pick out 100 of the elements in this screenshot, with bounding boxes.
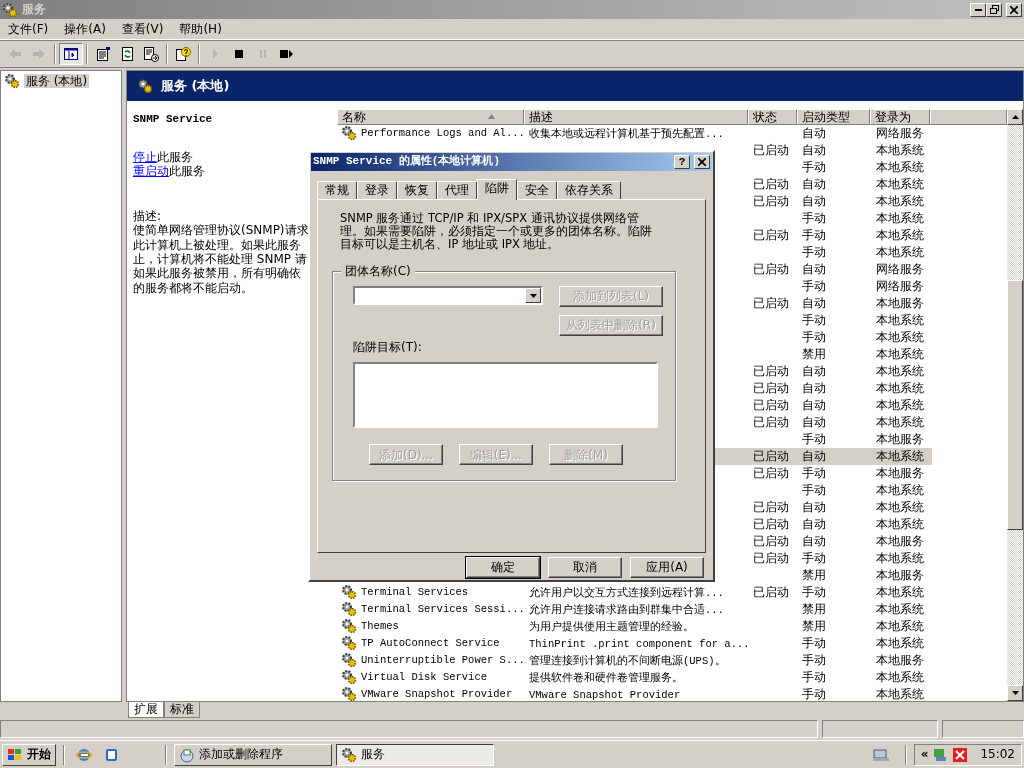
column-header[interactable]: 描述: [524, 108, 748, 125]
table-cell: 手动: [802, 550, 826, 565]
table-cell: 本地系统: [876, 414, 924, 429]
scrollbar[interactable]: [1007, 108, 1023, 701]
menu-item[interactable]: 操作(A): [56, 19, 114, 39]
forward-arrow-icon: [31, 46, 47, 62]
table-cell: 已启动: [753, 295, 789, 310]
action-link[interactable]: 重启动: [133, 164, 169, 179]
column-header[interactable]: 状态: [747, 108, 797, 125]
table-cell: 本地服务: [876, 652, 924, 667]
tab[interactable]: 恢复: [397, 181, 437, 199]
start-button[interactable]: 开始: [2, 743, 56, 766]
dialog-button[interactable]: 确定: [466, 557, 540, 578]
table-cell: 自动: [802, 397, 826, 412]
targets-label: 陷阱目标(T):: [353, 340, 422, 354]
view-tab[interactable]: 扩展: [128, 702, 164, 718]
dialog-button[interactable]: 应用(A): [630, 557, 704, 578]
menu-item[interactable]: 查看(V): [113, 19, 172, 39]
table-cell: 已启动: [753, 176, 789, 191]
column-header[interactable]: 名称: [337, 108, 525, 125]
task-button[interactable]: 服务: [336, 743, 494, 766]
table-cell: 手动: [802, 465, 826, 480]
tab[interactable]: 代理: [437, 181, 477, 199]
window-title: 服务: [22, 2, 47, 17]
table-row[interactable]: Terminal Services 允许用户以交互方式连接到远程计算... 已启动 手动 本地系统: [337, 583, 932, 601]
table-row[interactable]: Performance Logs and Al... 收集本地或远程计算机基于预先配置... 自动 网络服务: [337, 124, 932, 142]
help-button[interactable]: ?: [674, 155, 690, 169]
table-cell: 本地系统: [876, 142, 924, 157]
dialog-title: SNMP Service 的属性(本地计算机): [313, 155, 502, 169]
tab[interactable]: 常规: [317, 181, 357, 199]
description-line: 使简单网络管理协议(SNMP)请求: [133, 223, 309, 238]
table-cell: 自动: [802, 516, 826, 531]
table-cell: 禁用: [802, 567, 826, 582]
dropdown-button[interactable]: [525, 288, 541, 303]
tab[interactable]: 陷阱: [477, 179, 517, 200]
table-cell: 本地系统: [876, 176, 924, 191]
table-cell: 提供软件卷和硬件卷管理服务。: [529, 671, 683, 684]
task-button[interactable]: 添加或删除程序: [174, 743, 332, 766]
table-cell: 手动: [802, 652, 826, 667]
toolbar-button[interactable]: [59, 43, 83, 65]
restore-button[interactable]: [986, 2, 1002, 17]
table-cell: 已启动: [753, 227, 789, 242]
table-cell-text: Themes: [361, 618, 399, 634]
up-arrow-icon: [1011, 114, 1019, 119]
table-cell-text: VMware Snapshot Provider: [361, 686, 513, 701]
scroll-thumb[interactable]: [1007, 279, 1023, 530]
table-row[interactable]: TP AutoConnect Service ThinPrint .print component for a... 手动 本地系统: [337, 634, 932, 652]
action-link[interactable]: 停止: [133, 150, 157, 165]
table-row[interactable]: Uninterruptible Power S... 管理连接到计算机的不间断电源(UPS)。 手动 本地服务: [337, 651, 932, 669]
globe-icon: [76, 746, 92, 763]
gears-icon: [341, 125, 357, 142]
gears-icon: [341, 669, 357, 686]
minimize-button[interactable]: [970, 2, 986, 17]
table-cell: 本地系统: [876, 448, 924, 463]
clock: 15:02: [980, 747, 1015, 762]
table-cell: 本地系统: [876, 499, 924, 514]
group-label: 团体名称(C): [341, 264, 415, 279]
table-cell: 本地系统: [876, 380, 924, 395]
tab[interactable]: 登录: [357, 181, 397, 199]
table-cell: 本地服务: [876, 567, 924, 582]
dialog-button[interactable]: 取消: [548, 557, 622, 578]
close-button[interactable]: [1006, 2, 1022, 17]
table-cell: 已启动: [753, 465, 789, 480]
close-button[interactable]: [694, 155, 710, 169]
trap-targets-list[interactable]: [353, 362, 658, 429]
column-header[interactable]: 登录为: [870, 108, 931, 125]
service-name: SNMP Service: [133, 112, 214, 127]
menu-item[interactable]: 帮助(H): [171, 19, 230, 39]
help-icon: [175, 46, 191, 62]
table-row[interactable]: Virtual Disk Service 提供软件卷和硬件卷管理服务。 手动 本地系统: [337, 668, 932, 686]
table-cell: 已启动: [753, 533, 789, 548]
gears-icon: [341, 652, 357, 669]
table-cell: 手动: [802, 227, 826, 242]
table-row[interactable]: VMware Snapshot Provider VMware Snapshot Provider 手动 本地系统: [337, 685, 932, 701]
table-cell: 自动: [802, 448, 826, 463]
minimize-icon: [974, 8, 982, 11]
table-cell-text: Terminal Services Sessi...: [361, 601, 525, 617]
description-label: 描述:: [133, 208, 163, 224]
gears-icon: [4, 73, 20, 89]
table-cell: 已启动: [753, 261, 789, 276]
refresh-icon: [119, 46, 135, 62]
menu-item[interactable]: 文件(F): [0, 19, 57, 39]
gears-icon: [341, 746, 357, 763]
description-line: 如果此服务被禁用，所有明确依: [133, 266, 301, 281]
back-arrow-icon: [7, 46, 23, 62]
table-row[interactable]: Themes 为用户提供使用主题管理的经验。 禁用 本地系统: [337, 617, 932, 635]
view-tab[interactable]: 标准: [164, 702, 200, 718]
table-row[interactable]: Terminal Services Sessi... 允许用户连接请求路由到群集中合适... 禁用 本地系统: [337, 600, 932, 618]
table-cell: 手动: [802, 244, 826, 259]
table-cell: 为用户提供使用主题管理的经验。: [529, 620, 694, 633]
column-header[interactable]: 启动类型: [796, 108, 871, 125]
tray-expand-button[interactable]: «: [920, 747, 929, 762]
scroll-up-button[interactable]: [1007, 108, 1023, 125]
table-cell: 本地系统: [876, 601, 924, 616]
scroll-down-button[interactable]: [1007, 685, 1023, 701]
table-cell: 禁用: [802, 346, 826, 361]
tab[interactable]: 依存关系: [557, 181, 621, 199]
tab[interactable]: 安全: [517, 181, 557, 199]
community-combo[interactable]: [353, 286, 543, 305]
tree-item[interactable]: 服务 (本地): [24, 73, 90, 89]
